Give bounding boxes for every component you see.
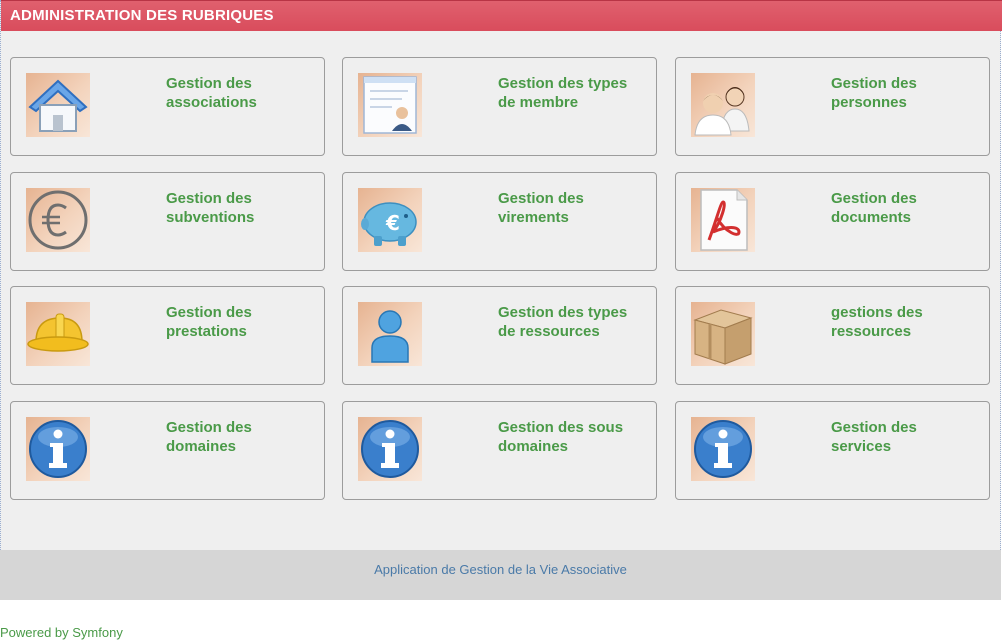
user-icon bbox=[358, 302, 422, 366]
box-icon bbox=[691, 302, 755, 366]
tile-resource-types[interactable]: Gestion des types de ressources bbox=[342, 286, 657, 385]
member-card-icon bbox=[358, 73, 422, 137]
tile-label: Gestion des services bbox=[831, 419, 917, 455]
tile-member-types[interactable]: Gestion des types de membre bbox=[342, 57, 657, 156]
footer-text: Application de Gestion de la Vie Associa… bbox=[374, 562, 627, 577]
tile-transfers[interactable]: € Gestion des virements bbox=[342, 172, 657, 271]
tile-label: Gestion des documents bbox=[831, 190, 917, 226]
tile-label: Gestion des virements bbox=[498, 190, 584, 226]
piggy-bank-icon: € bbox=[358, 188, 422, 252]
info-icon bbox=[691, 417, 755, 481]
people-icon bbox=[691, 73, 755, 137]
tile-resources[interactable]: gestions des ressources bbox=[675, 286, 990, 385]
page-header: ADMINISTRATION DES RUBRIQUES bbox=[1, 0, 1002, 31]
tile-label: Gestion des subventions bbox=[166, 190, 255, 226]
info-icon bbox=[26, 417, 90, 481]
tile-label: Gestion des types de membre bbox=[498, 75, 628, 111]
euro-icon bbox=[26, 188, 90, 252]
powered-by-link[interactable]: Powered by Symfony bbox=[0, 625, 123, 640]
footer: Application de Gestion de la Vie Associa… bbox=[0, 550, 1001, 600]
tile-label: Gestion des sous domaines bbox=[498, 419, 624, 455]
tile-subventions[interactable]: Gestion des subventions bbox=[10, 172, 325, 271]
tile-subdomains[interactable]: Gestion des sous domaines bbox=[342, 401, 657, 500]
home-icon bbox=[26, 73, 90, 137]
tile-services[interactable]: Gestion des services bbox=[675, 401, 990, 500]
tile-persons[interactable]: Gestion des personnes bbox=[675, 57, 990, 156]
hard-hat-icon bbox=[26, 302, 90, 366]
content-panel: ADMINISTRATION DES RUBRIQUES Gestion des… bbox=[0, 0, 1002, 550]
page-title: ADMINISTRATION DES RUBRIQUES bbox=[10, 7, 274, 24]
tile-label: Gestion des types de ressources bbox=[498, 304, 628, 340]
info-icon bbox=[358, 417, 422, 481]
tile-label: Gestion des personnes bbox=[831, 75, 917, 111]
tile-domains[interactable]: Gestion des domaines bbox=[10, 401, 325, 500]
tile-documents[interactable]: Gestion des documents bbox=[675, 172, 990, 271]
tile-label: gestions des ressources bbox=[831, 304, 923, 340]
tile-label: Gestion des domaines bbox=[166, 419, 252, 455]
tile-label: Gestion des prestations bbox=[166, 304, 252, 340]
tile-services-provided[interactable]: Gestion des prestations bbox=[10, 286, 325, 385]
tile-associations[interactable]: Gestion des associations bbox=[10, 57, 325, 156]
svg-text:€: € bbox=[385, 211, 400, 235]
tile-label: Gestion des associations bbox=[166, 75, 257, 111]
pdf-document-icon bbox=[691, 188, 755, 252]
